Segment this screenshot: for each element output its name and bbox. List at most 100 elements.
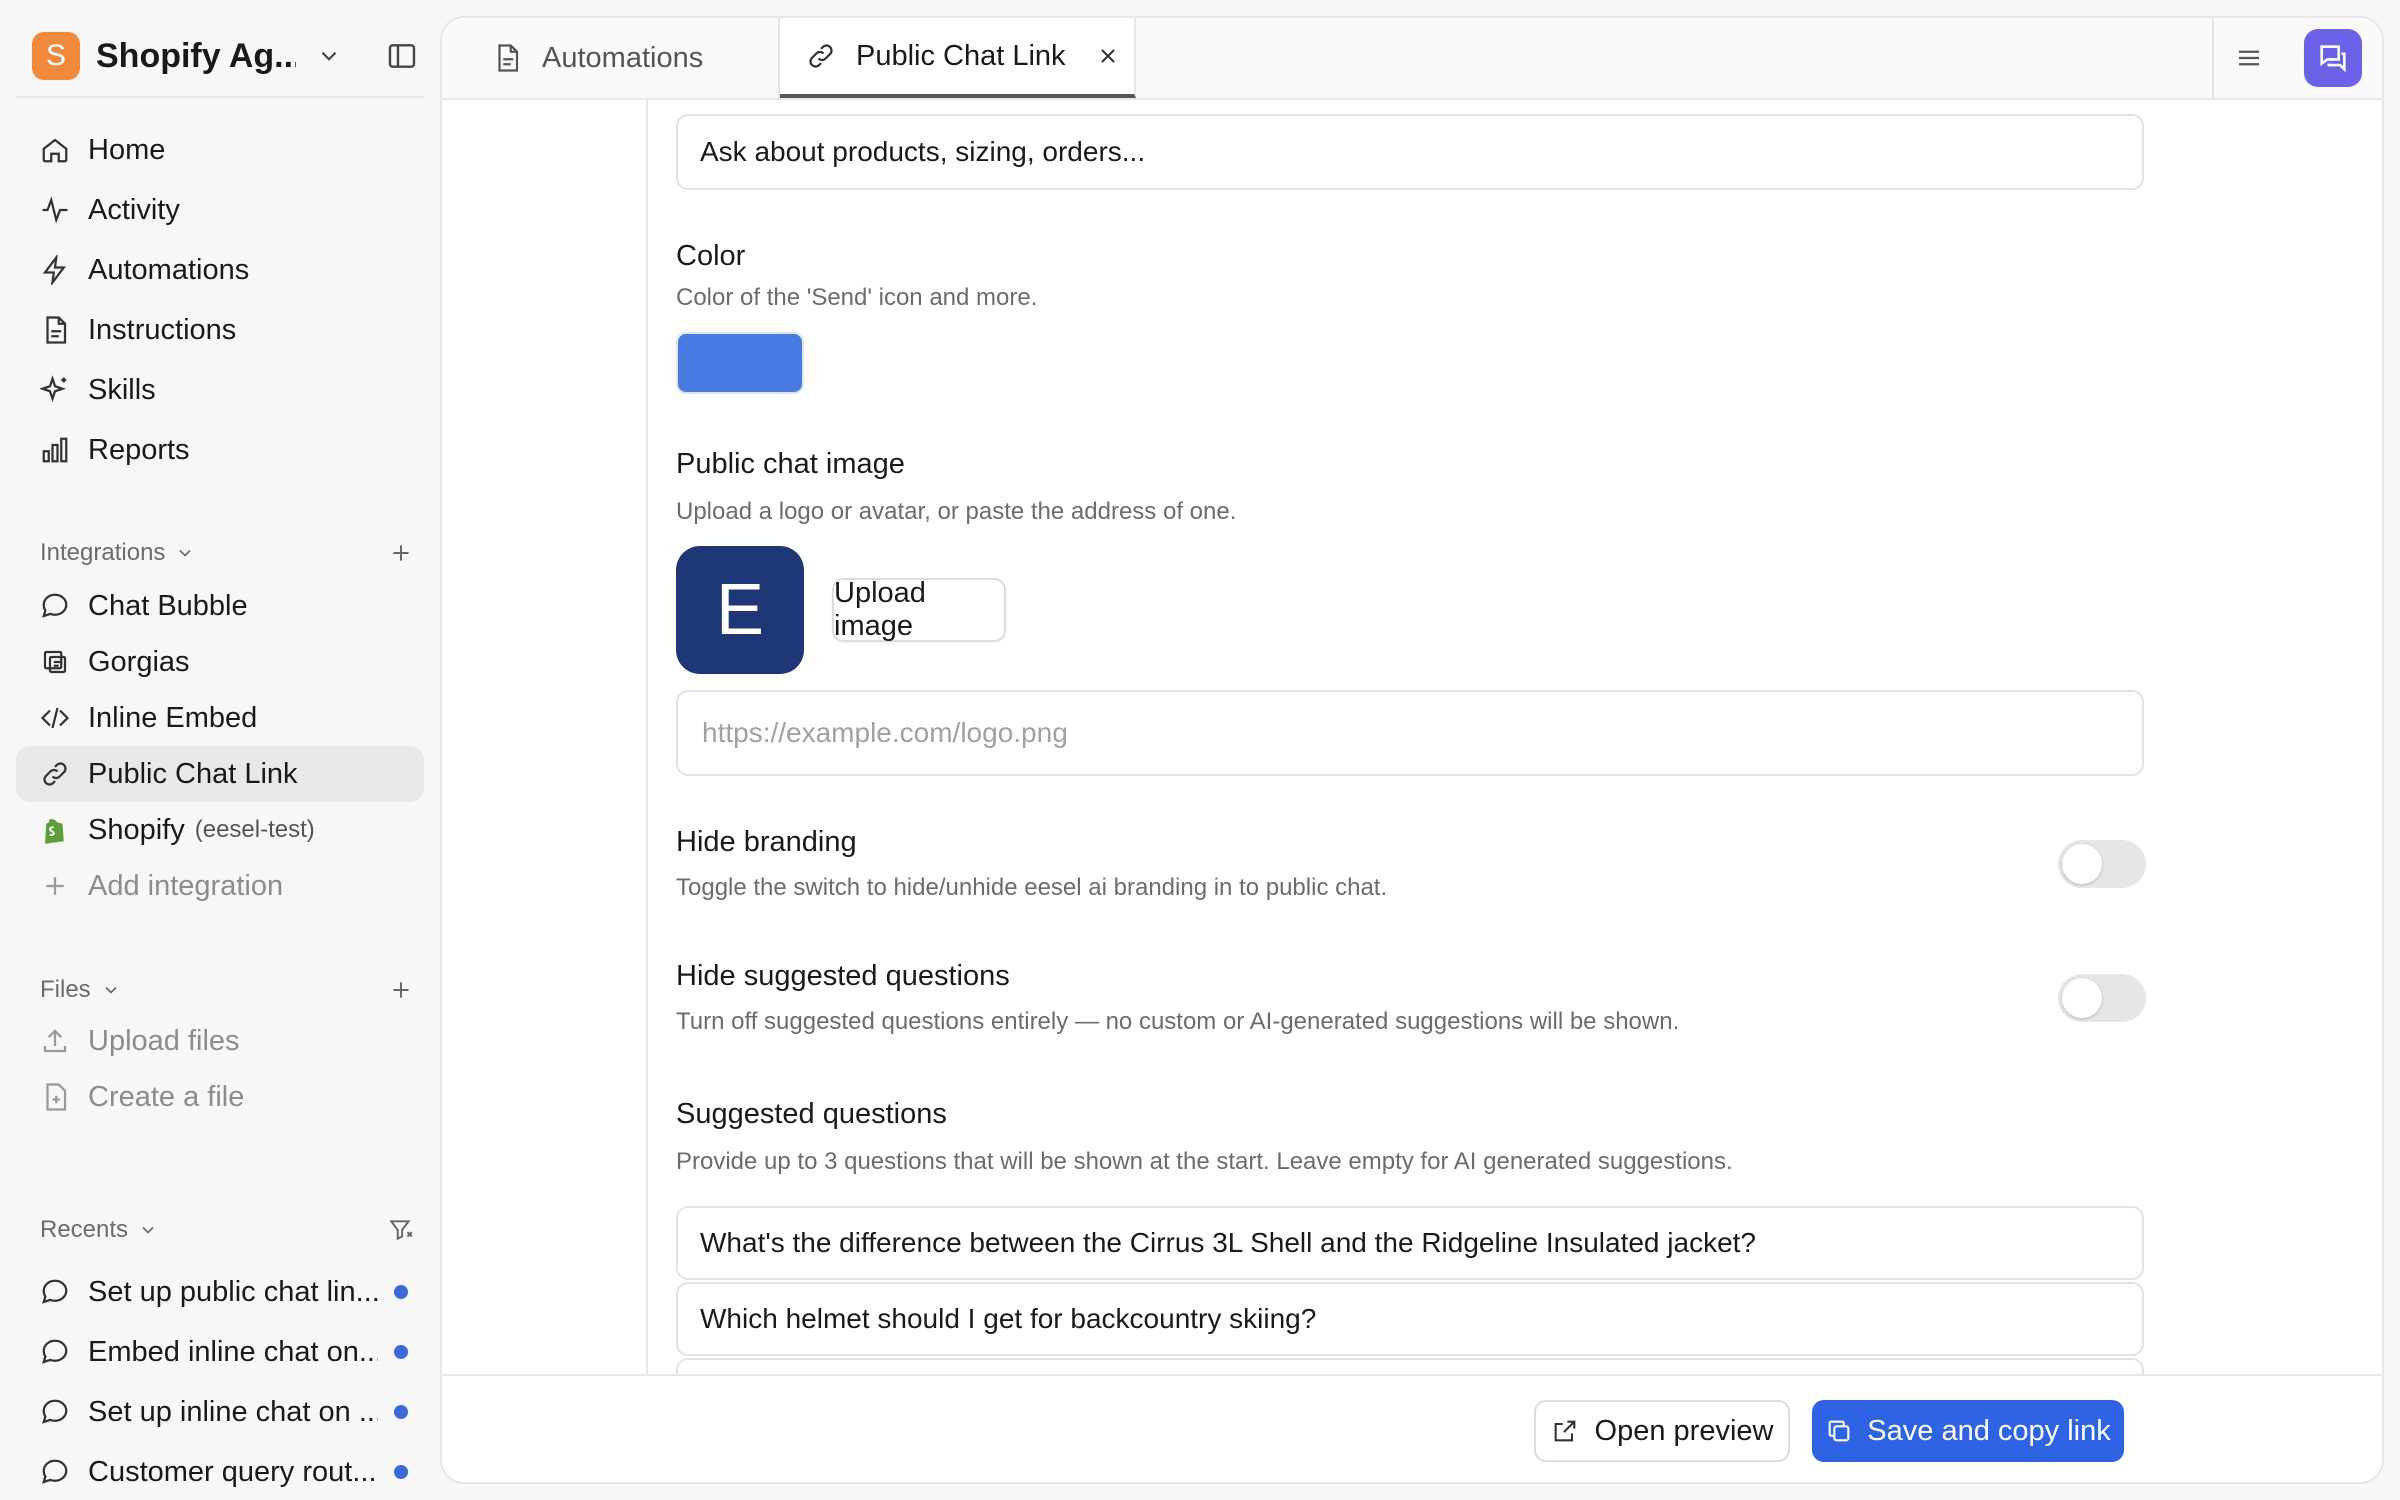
code-icon: [40, 707, 70, 729]
sidebar-item-label: Automations: [88, 253, 250, 286]
recent-item-label: Set up public chat lin...: [88, 1275, 378, 1308]
color-swatch[interactable]: [676, 332, 804, 394]
section-title: Integrations: [40, 539, 166, 566]
sidebar-item-label: Activity: [88, 193, 180, 226]
chat-placeholder-input[interactable]: Ask about products, sizing, orders...: [676, 114, 2144, 190]
recent-item-label: Embed inline chat on...: [88, 1335, 378, 1368]
recent-item[interactable]: Embed inline chat on...: [16, 1322, 424, 1382]
main-panel: Automations Public Chat Link Ask about p…: [440, 16, 2384, 1484]
sidebar-item-skills[interactable]: Skills: [16, 362, 424, 418]
sidebar-item-add-integration[interactable]: Add integration: [16, 858, 424, 914]
sidebar-item-label: Chat Bubble: [88, 589, 248, 622]
public-chat-image-label: Public chat image: [676, 448, 905, 480]
bolt-icon: [42, 255, 66, 285]
sidebar-item-label: Skills: [88, 373, 156, 406]
section-title: Recents: [40, 1216, 129, 1243]
document-icon: [46, 316, 67, 344]
sidebar-item-label: Create a file: [88, 1080, 245, 1113]
recent-item-label: Customer query rout...: [88, 1455, 377, 1488]
menu-icon[interactable]: [2234, 43, 2264, 73]
recent-item-label: Set up inline chat on ...: [88, 1395, 378, 1428]
chevron-down-icon: [105, 986, 117, 994]
hide-branding-description: Toggle the switch to hide/unhide eesel a…: [676, 874, 1388, 901]
add-file-icon[interactable]: [388, 977, 414, 1003]
toggle-knob: [2062, 978, 2102, 1018]
sidebar-item-label: Home: [88, 133, 166, 166]
tab-automations[interactable]: Automations: [442, 18, 780, 98]
shopify-icon: [45, 818, 64, 844]
document-icon: [498, 44, 519, 72]
avatar: E: [676, 546, 804, 674]
workspace-name: Shopify Ag...: [96, 36, 296, 75]
sidebar-toggle-icon[interactable]: [386, 40, 418, 72]
save-and-copy-link-button[interactable]: Save and copy link: [1812, 1400, 2124, 1462]
sidebar-item-public-chat-link[interactable]: Public Chat Link: [16, 746, 424, 802]
save-and-copy-link-label: Save and copy link: [1867, 1414, 2111, 1447]
sidebar-item-label: Reports: [88, 433, 190, 466]
sidebar-item-label: Upload files: [88, 1024, 240, 1057]
sidebar-item-shopify[interactable]: Shopify (eesel-test): [16, 802, 424, 858]
open-preview-button[interactable]: Open preview: [1534, 1400, 1790, 1462]
sidebar-item-activity[interactable]: Activity: [16, 182, 424, 238]
sidebar-item-label: Shopify: [88, 813, 185, 846]
tab-bar-actions: [2212, 18, 2382, 98]
tab-label: Public Chat Link: [856, 39, 1066, 72]
recents-header[interactable]: Recents: [40, 1212, 414, 1248]
bar-chart-icon: [42, 437, 68, 463]
suggested-question-input[interactable]: What's the difference between the Cirrus…: [676, 1206, 2144, 1280]
section-title: Files: [40, 976, 91, 1003]
hide-branding-label: Hide branding: [676, 826, 857, 858]
sidebar-item-inline-embed[interactable]: Inline Embed: [16, 690, 424, 746]
integrations-list: Chat Bubble Gorgias Inline Embed Public …: [16, 578, 424, 914]
file-plus-icon: [46, 1083, 67, 1111]
unread-dot: [394, 1285, 408, 1299]
tab-bar: Automations Public Chat Link: [442, 18, 2382, 100]
sidebar-item-instructions[interactable]: Instructions: [16, 302, 424, 358]
recents-list: Set up public chat lin... Embed inline c…: [16, 1262, 424, 1500]
open-preview-label: Open preview: [1594, 1414, 1774, 1447]
chat-bubble-icon: [42, 593, 68, 618]
chevron-down-icon: [142, 1226, 154, 1234]
recent-item[interactable]: Set up inline chat on ...: [16, 1382, 424, 1442]
sidebar-item-upload-files[interactable]: Upload files: [16, 1013, 424, 1069]
suggested-questions-label: Suggested questions: [676, 1098, 947, 1130]
shopify-store-name: (eesel-test): [194, 816, 315, 843]
sidebar-item-reports[interactable]: Reports: [16, 422, 424, 478]
assistant-chat-button[interactable]: [2304, 29, 2362, 87]
sidebar: S Shopify Ag... Home Activity Automation…: [0, 0, 440, 1500]
hide-branding-toggle[interactable]: [2058, 840, 2146, 888]
activity-icon: [42, 196, 68, 224]
unread-dot: [394, 1405, 408, 1419]
hide-suggested-toggle[interactable]: [2058, 974, 2146, 1022]
sidebar-item-automations[interactable]: Automations: [16, 242, 424, 298]
suggested-question-input[interactable]: Which helmet should I get for backcountr…: [676, 1282, 2144, 1356]
chevron-down-icon: [179, 549, 192, 557]
sidebar-item-home[interactable]: Home: [16, 122, 424, 178]
recent-item[interactable]: Customer query rout...: [16, 1442, 424, 1500]
workspace-switcher[interactable]: S Shopify Ag...: [16, 16, 424, 98]
upload-image-button[interactable]: Upload image: [832, 577, 1006, 642]
close-icon[interactable]: [1096, 44, 1120, 68]
integrations-header[interactable]: Integrations: [40, 535, 414, 571]
main-nav: Home Activity Automations Instructions S…: [16, 122, 424, 478]
recent-item[interactable]: Set up public chat lin...: [16, 1262, 424, 1322]
chat-icon: [2320, 45, 2346, 73]
sidebar-item-label: Gorgias: [88, 645, 190, 678]
chat-bubble-icon: [42, 1399, 68, 1424]
workspace-logo: S: [32, 32, 80, 80]
chat-bubble-icon: [42, 1279, 68, 1304]
home-icon: [42, 138, 68, 163]
color-label: Color: [676, 240, 746, 272]
sidebar-item-create-file[interactable]: Create a file: [16, 1069, 424, 1125]
hide-suggested-description: Turn off suggested questions entirely — …: [676, 1008, 1680, 1035]
sidebar-item-gorgias[interactable]: Gorgias: [16, 634, 424, 690]
filter-icon[interactable]: [388, 1217, 414, 1243]
sidebar-item-label: Add integration: [88, 869, 284, 902]
plus-icon: [46, 877, 64, 895]
sidebar-item-chat-bubble[interactable]: Chat Bubble: [16, 578, 424, 634]
add-integration-icon[interactable]: [388, 540, 414, 566]
image-url-input[interactable]: https://example.com/logo.png: [676, 690, 2144, 776]
files-header[interactable]: Files: [40, 972, 414, 1008]
footer-bar: Open preview Save and copy link: [442, 1374, 2382, 1482]
tab-public-chat-link[interactable]: Public Chat Link: [780, 18, 1136, 98]
